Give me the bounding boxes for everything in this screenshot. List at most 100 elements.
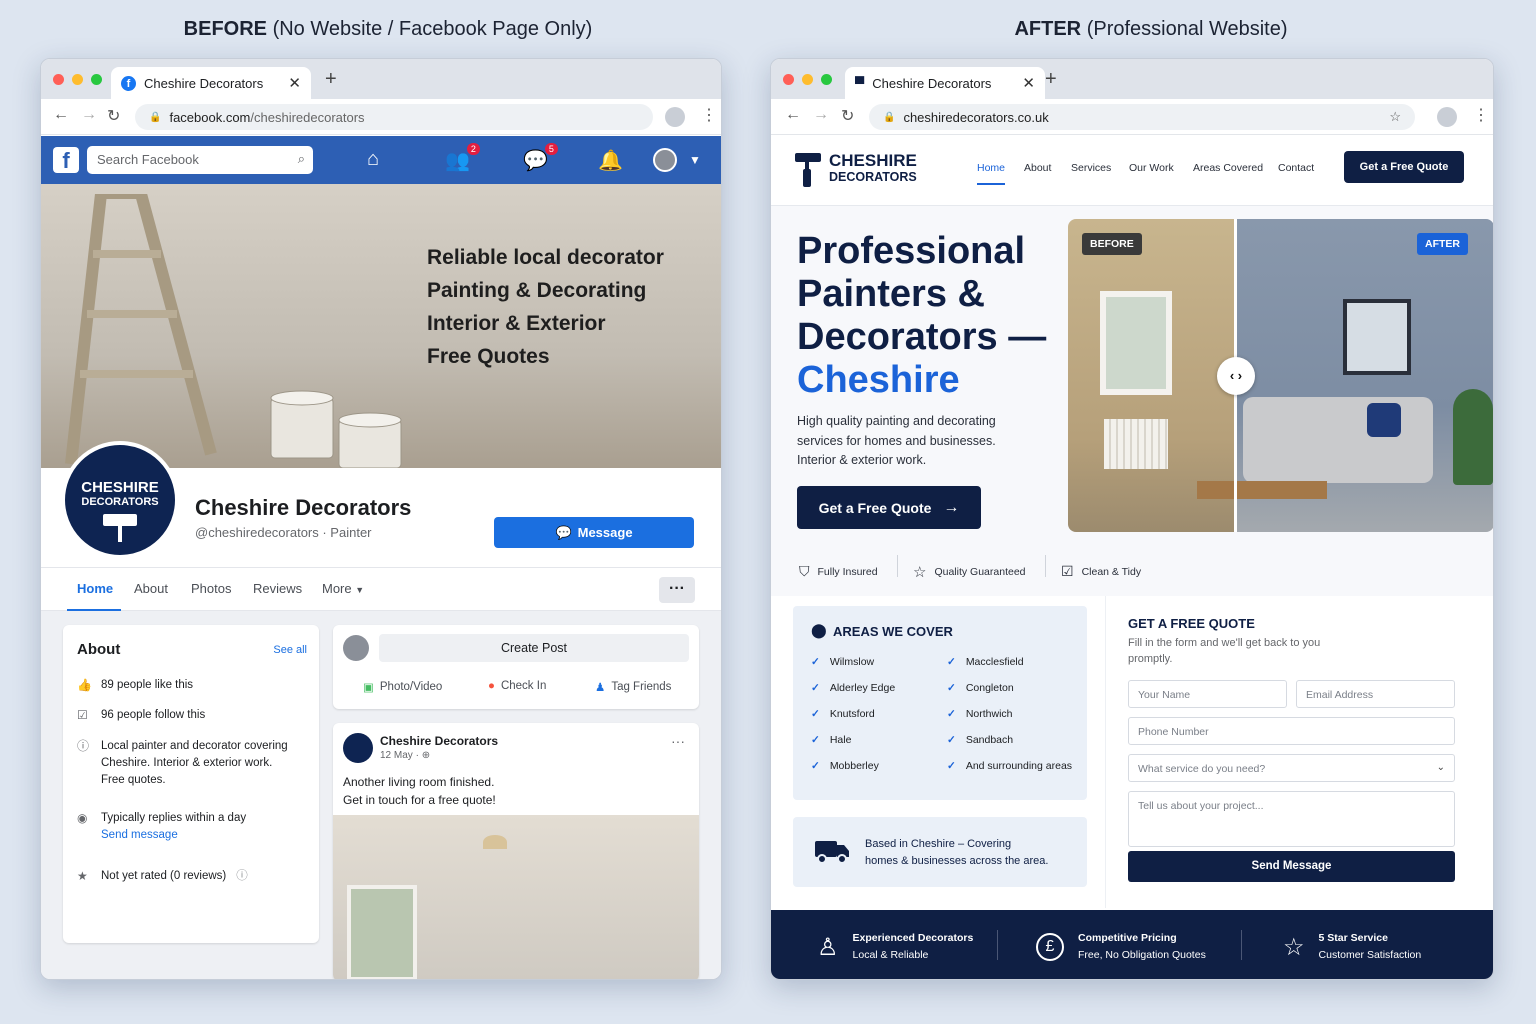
- browser-profile-icon[interactable]: [1437, 107, 1457, 127]
- check-icon: ✓: [947, 682, 956, 694]
- close-tab-icon[interactable]: ✕: [288, 74, 301, 92]
- cover-photo: Reliable local decorator Painting & Deco…: [41, 184, 721, 468]
- tab-photos[interactable]: Photos: [191, 581, 231, 596]
- page-handle: @cheshiredecorators · Painter: [195, 525, 372, 540]
- facebook-content: About See all 👍 89 people like this ☑ 96 p…: [41, 611, 721, 979]
- more-options-button[interactable]: ···: [659, 577, 695, 603]
- area-item: ✓ Congleton: [947, 682, 1014, 694]
- project-textarea[interactable]: Tell us about your project...: [1128, 791, 1455, 847]
- facebook-logo-icon[interactable]: f: [53, 147, 79, 173]
- forward-icon[interactable]: →: [813, 106, 829, 124]
- new-tab-icon[interactable]: +: [325, 68, 337, 91]
- info-icon: ⓘ: [77, 739, 90, 753]
- chevron-down-icon[interactable]: ▼: [689, 153, 701, 167]
- check-icon: ✓: [947, 708, 956, 720]
- url-field[interactable]: 🔒 cheshiredecorators.co.uk ☆: [869, 104, 1415, 130]
- phone-field[interactable]: Phone Number: [1128, 717, 1455, 745]
- page-profile-picture[interactable]: CHESHIRE DECORATORS: [61, 441, 179, 559]
- new-tab-icon[interactable]: +: [1045, 68, 1057, 91]
- tab-about[interactable]: About: [134, 581, 168, 596]
- forward-icon[interactable]: →: [81, 106, 97, 124]
- reload-icon[interactable]: ↻: [841, 106, 854, 126]
- tab-reviews[interactable]: Reviews: [253, 581, 302, 596]
- replies-row: ◉ Typically replies within a day Send mess…: [77, 810, 246, 844]
- nav-areas-covered[interactable]: Areas Covered: [1193, 162, 1263, 174]
- see-all-link[interactable]: See all: [273, 644, 307, 656]
- cover-text-line: Free Quotes: [427, 345, 550, 368]
- service-select[interactable]: What service do you need? ⌄: [1128, 754, 1455, 782]
- tag-friends-button[interactable]: ♟ Tag Friends: [595, 680, 671, 694]
- messenger-icon[interactable]: 💬 5: [523, 143, 558, 173]
- facebook-search-input[interactable]: Search Facebook ⌕: [87, 146, 313, 174]
- header-quote-button[interactable]: Get a Free Quote: [1344, 151, 1464, 183]
- based-in-cheshire-card: Based in Cheshire – Covering homes & busi…: [793, 817, 1087, 887]
- window-controls[interactable]: [53, 74, 102, 85]
- location-pin-icon: ●: [488, 680, 495, 692]
- check-in-button[interactable]: ● Check In: [488, 680, 546, 692]
- browser-menu-icon[interactable]: ⋮: [1473, 105, 1489, 125]
- before-label: BEFORE: [1082, 233, 1142, 255]
- nav-services[interactable]: Services: [1071, 162, 1111, 174]
- divider: [997, 930, 998, 960]
- slider-handle-icon[interactable]: ‹ ›: [1217, 357, 1255, 395]
- before-after-slider[interactable]: BEFORE AFTER ‹ ›: [1068, 219, 1493, 532]
- close-tab-icon[interactable]: ✕: [1022, 74, 1035, 92]
- message-button[interactable]: 💬 Message: [494, 517, 694, 548]
- nav-contact[interactable]: Contact: [1278, 162, 1314, 174]
- divider: [1241, 930, 1242, 960]
- nav-home[interactable]: Home: [977, 162, 1005, 174]
- post-author[interactable]: Cheshire Decorators: [380, 734, 498, 748]
- areas-title: AREAS WE COVER: [833, 624, 953, 639]
- user-avatar[interactable]: [653, 148, 677, 172]
- window-illustration: [347, 885, 417, 979]
- browser-profile-icon[interactable]: [665, 107, 685, 127]
- quote-form-title: GET A FREE QUOTE: [1128, 616, 1255, 631]
- bookmark-star-icon[interactable]: ☆: [1389, 109, 1401, 125]
- notifications-icon[interactable]: 🔔: [598, 148, 623, 173]
- nav-our-work[interactable]: Our Work: [1129, 162, 1174, 174]
- ladder-illustration: [65, 194, 217, 464]
- paint-tins-illustration: [270, 390, 402, 468]
- hero-section: Professional Painters & Decorators — Che…: [771, 206, 1493, 596]
- friends-badge: 2: [466, 143, 480, 155]
- tab-home[interactable]: Home: [77, 581, 113, 596]
- home-icon[interactable]: ⌂: [367, 148, 379, 171]
- tab-more[interactable]: More ▼: [322, 581, 364, 596]
- browser-tab[interactable]: ▀ Cheshire Decorators ✕: [845, 67, 1045, 99]
- send-message-button[interactable]: Send Message: [1128, 851, 1455, 882]
- back-icon[interactable]: ←: [785, 106, 801, 124]
- friends-icon[interactable]: 👥 2: [445, 143, 480, 173]
- radiator-illustration: [1104, 419, 1168, 469]
- post-card: Cheshire Decorators 12 May · ⊕ ··· Anoth…: [333, 723, 699, 979]
- caret-down-icon: ▼: [355, 585, 365, 595]
- post-photo[interactable]: [333, 815, 699, 979]
- url-field[interactable]: 🔒 facebook.com/cheshiredecorators: [135, 104, 653, 130]
- nav-about[interactable]: About: [1024, 162, 1051, 174]
- browser-menu-icon[interactable]: ⋮: [701, 105, 717, 125]
- send-message-link[interactable]: Send message: [101, 829, 178, 841]
- post-options-icon[interactable]: ···: [671, 733, 685, 749]
- post-author-avatar[interactable]: [343, 733, 373, 763]
- arrow-right-icon: →: [943, 498, 960, 516]
- name-field[interactable]: Your Name: [1128, 680, 1287, 708]
- follows-row: ☑ 96 people follow this: [77, 708, 206, 722]
- pound-icon: £: [1036, 933, 1064, 961]
- cushion-illustration: [1367, 403, 1401, 437]
- site-logo[interactable]: CHESHIRE DECORATORS: [829, 152, 917, 185]
- lock-icon: 🔒: [149, 111, 162, 123]
- hero-subtitle: High quality painting and decorating ser…: [797, 414, 996, 467]
- address-bar: ← → ↻ 🔒 facebook.com/cheshiredecorators …: [41, 99, 721, 135]
- hero-quote-button[interactable]: Get a Free Quote →: [797, 486, 981, 529]
- email-field[interactable]: Email Address: [1296, 680, 1455, 708]
- back-icon[interactable]: ←: [53, 106, 69, 124]
- area-item: ✓ Sandbach: [947, 734, 1014, 746]
- check-icon: ✓: [811, 760, 820, 772]
- photo-icon: ▣: [363, 682, 374, 694]
- paint-roller-favicon-icon: ▀: [855, 75, 865, 91]
- window-controls[interactable]: [783, 74, 832, 85]
- photo-video-button[interactable]: ▣ Photo/Video: [363, 680, 442, 694]
- browser-tab[interactable]: f Cheshire Decorators ✕: [111, 67, 311, 99]
- reload-icon[interactable]: ↻: [107, 106, 120, 126]
- post-text: Another living room finished. Get in touc…: [343, 775, 496, 807]
- create-post-button[interactable]: Create Post: [379, 634, 689, 662]
